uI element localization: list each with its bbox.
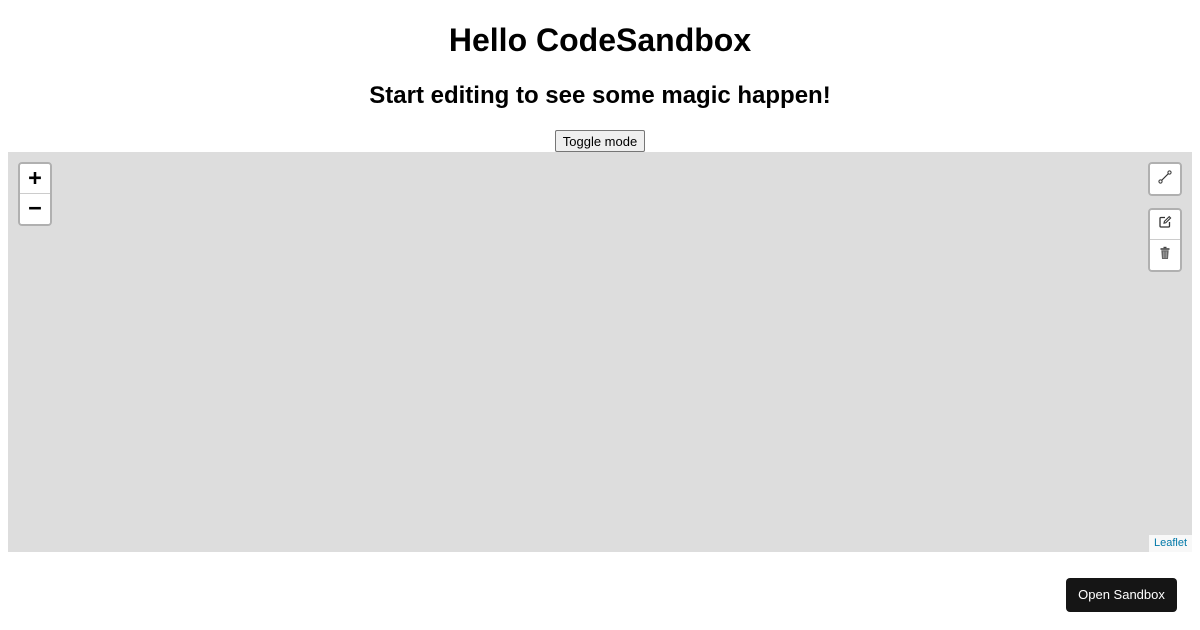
trash-icon [1158,246,1172,265]
draw-polyline-button[interactable] [1150,164,1180,194]
zoom-out-button[interactable]: − [20,194,50,224]
leaflet-attribution-link[interactable]: Leaflet [1154,537,1187,549]
edit-layers-icon [1158,215,1172,234]
delete-layers-button[interactable] [1150,240,1180,270]
edit-layers-button[interactable] [1150,210,1180,240]
map-attribution: Leaflet [1148,535,1192,552]
polyline-icon [1158,169,1172,189]
draw-toolbar [1148,162,1182,196]
page: Hello CodeSandbox Start editing to see s… [0,0,1200,630]
toggle-mode-button[interactable]: Toggle mode [555,130,645,152]
page-title: Hello CodeSandbox [448,22,752,58]
open-sandbox-button[interactable]: Open Sandbox [1066,578,1177,612]
leaflet-map[interactable]: + − Leaflet [8,152,1192,552]
zoom-in-button[interactable]: + [20,164,50,194]
edit-toolbar [1148,208,1182,272]
zoom-control: + − [18,162,52,226]
page-subtitle: Start editing to see some magic happen! [369,82,831,109]
